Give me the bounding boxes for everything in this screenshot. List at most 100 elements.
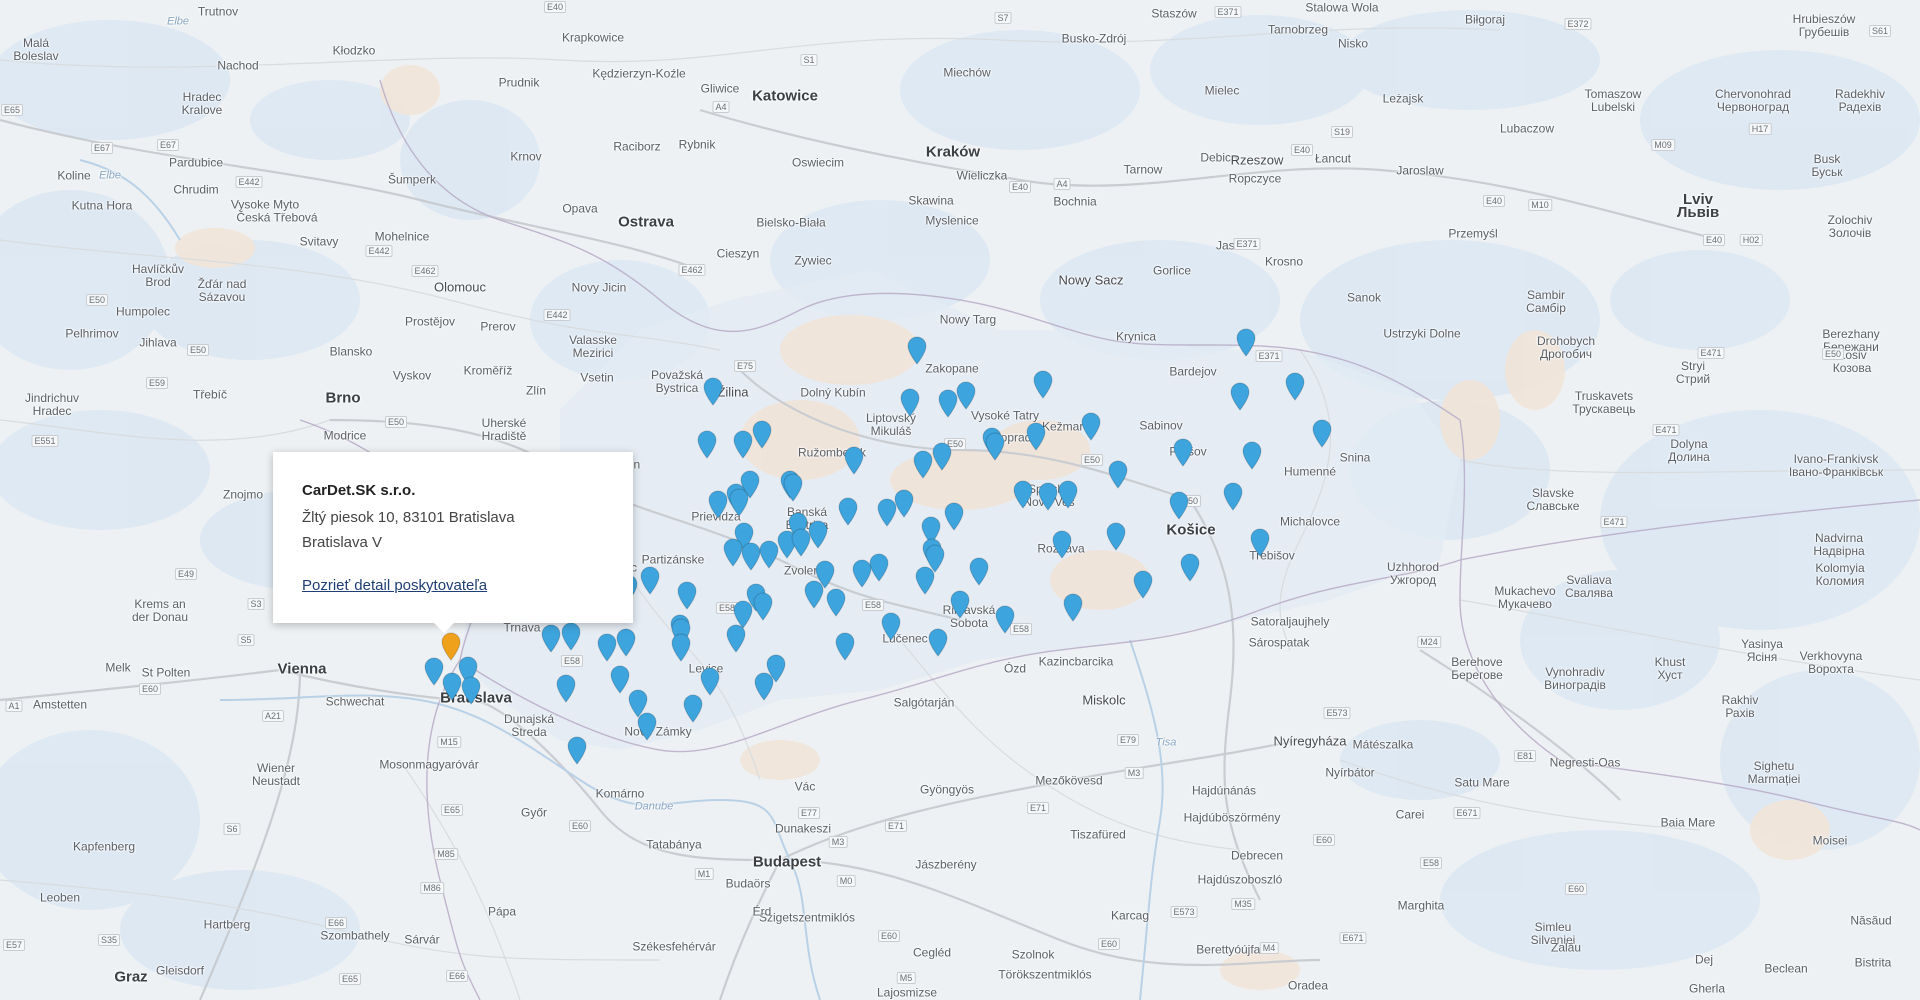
city-label: Dolný Kubín xyxy=(800,385,866,400)
provider-marker[interactable] xyxy=(943,501,965,531)
provider-marker[interactable] xyxy=(1025,421,1047,451)
provider-marker[interactable] xyxy=(790,527,812,557)
road-shield: E71 xyxy=(1026,802,1050,814)
provider-marker[interactable] xyxy=(1037,481,1059,511)
provider-marker[interactable] xyxy=(851,558,873,588)
road-shield: E60 xyxy=(1312,834,1336,846)
provider-marker[interactable] xyxy=(803,579,825,609)
provider-marker[interactable] xyxy=(1222,481,1244,511)
city-label: Érd xyxy=(752,904,772,919)
provider-marker[interactable] xyxy=(1179,552,1201,582)
provider-marker[interactable] xyxy=(460,675,482,705)
provider-marker[interactable] xyxy=(968,556,990,586)
provider-marker[interactable] xyxy=(728,487,750,517)
provider-marker[interactable] xyxy=(566,735,588,765)
road-shield: E77 xyxy=(797,807,821,819)
provider-marker[interactable] xyxy=(1062,592,1084,622)
road-shield: E462 xyxy=(678,264,706,276)
provider-marker[interactable] xyxy=(676,580,698,610)
provider-marker[interactable] xyxy=(994,604,1016,634)
provider-marker[interactable] xyxy=(1051,529,1073,559)
provider-marker[interactable] xyxy=(914,565,936,595)
city-label: Győr xyxy=(520,805,548,820)
provider-marker[interactable] xyxy=(955,380,977,410)
provider-marker[interactable] xyxy=(1284,371,1306,401)
city-label: Beclean xyxy=(1764,961,1808,976)
provider-marker[interactable] xyxy=(843,445,865,475)
provider-marker[interactable] xyxy=(682,693,704,723)
city-label: Székesfehérvár xyxy=(632,939,716,954)
provider-marker[interactable] xyxy=(880,611,902,641)
provider-marker[interactable] xyxy=(725,623,747,653)
provider-marker[interactable] xyxy=(825,587,847,617)
provider-marker[interactable] xyxy=(1172,437,1194,467)
city-label: Chrudim xyxy=(173,182,219,197)
provider-marker[interactable] xyxy=(1235,327,1257,357)
provider-marker[interactable] xyxy=(931,441,953,471)
provider-marker[interactable] xyxy=(893,488,915,518)
road-shield: E40 xyxy=(1290,144,1314,156)
provider-marker[interactable] xyxy=(1057,479,1079,509)
provider-marker[interactable] xyxy=(906,335,928,365)
provider-marker[interactable] xyxy=(752,591,774,621)
provider-marker[interactable] xyxy=(555,673,577,703)
provider-marker[interactable] xyxy=(1241,440,1263,470)
provider-marker[interactable] xyxy=(560,621,582,651)
provider-marker[interactable] xyxy=(751,419,773,449)
provider-marker[interactable] xyxy=(1311,418,1333,448)
provider-marker[interactable] xyxy=(834,631,856,661)
provider-marker[interactable] xyxy=(927,627,949,657)
city-label: Baia Mare xyxy=(1660,815,1716,830)
road-shield: E551 xyxy=(31,435,59,447)
city-label: Jászberény xyxy=(915,857,977,872)
provider-marker[interactable] xyxy=(696,429,718,459)
provider-marker[interactable] xyxy=(1249,527,1271,557)
provider-marker[interactable] xyxy=(949,589,971,619)
road-shield: M1 xyxy=(694,868,714,880)
city-label: Kędzierzyn-Koźle xyxy=(592,66,686,81)
provider-marker[interactable] xyxy=(1168,490,1190,520)
city-label: Hajdúnánás xyxy=(1191,783,1257,798)
city-label: Szigetszentmiklós xyxy=(758,910,856,925)
provider-marker[interactable] xyxy=(899,387,921,417)
road-shield: E58 xyxy=(1419,857,1443,869)
city-label: Pelhrimov xyxy=(65,326,119,341)
city-label: Mátészalka xyxy=(1352,737,1414,752)
river-label: Elbe xyxy=(98,169,122,182)
city-label: Lubaczow xyxy=(1499,121,1555,136)
road-shield: S7 xyxy=(994,12,1012,24)
provider-marker[interactable] xyxy=(782,472,804,502)
provider-marker[interactable] xyxy=(1132,569,1154,599)
city-label: Uherské Hradiště xyxy=(481,416,527,443)
provider-marker[interactable] xyxy=(1105,521,1127,551)
road-shield: E471 xyxy=(1600,516,1628,528)
provider-marker[interactable] xyxy=(837,496,859,526)
city-label: Slavske Славське xyxy=(1526,486,1580,513)
road-shield: E40 xyxy=(1008,181,1032,193)
city-label: Mukachevo Мукачево xyxy=(1494,584,1556,611)
provider-marker[interactable] xyxy=(670,632,692,662)
provider-marker[interactable] xyxy=(753,671,775,701)
provider-marker[interactable] xyxy=(702,376,724,406)
city-label: Vynohradiv Виноградів xyxy=(1544,665,1606,692)
provider-marker[interactable] xyxy=(1012,479,1034,509)
provider-marker[interactable] xyxy=(1229,381,1251,411)
city-label: Vác xyxy=(794,779,816,794)
city-label: Krynica xyxy=(1115,329,1157,344)
provider-marker[interactable] xyxy=(1080,411,1102,441)
provider-marker[interactable] xyxy=(540,623,562,653)
map-canvas[interactable]: Trutnov Malá Boleslav Kłodzko Nachod Krapkowi… xyxy=(0,0,1920,1000)
road-shield: E59 xyxy=(145,377,169,389)
provider-detail-link[interactable]: Pozrieť detail poskytovateľa xyxy=(302,577,487,594)
provider-marker-selected[interactable] xyxy=(440,631,462,661)
provider-marker[interactable] xyxy=(984,431,1006,461)
provider-marker[interactable] xyxy=(639,565,661,595)
city-label: Przemyśl xyxy=(1448,226,1498,241)
provider-marker[interactable] xyxy=(1107,459,1129,489)
road-shield: S19 xyxy=(1330,126,1354,138)
provider-marker[interactable] xyxy=(636,711,658,741)
provider-marker[interactable] xyxy=(699,666,721,696)
city-label: Bielsko-Biała xyxy=(756,215,826,230)
provider-marker[interactable] xyxy=(615,627,637,657)
provider-marker[interactable] xyxy=(1032,369,1054,399)
